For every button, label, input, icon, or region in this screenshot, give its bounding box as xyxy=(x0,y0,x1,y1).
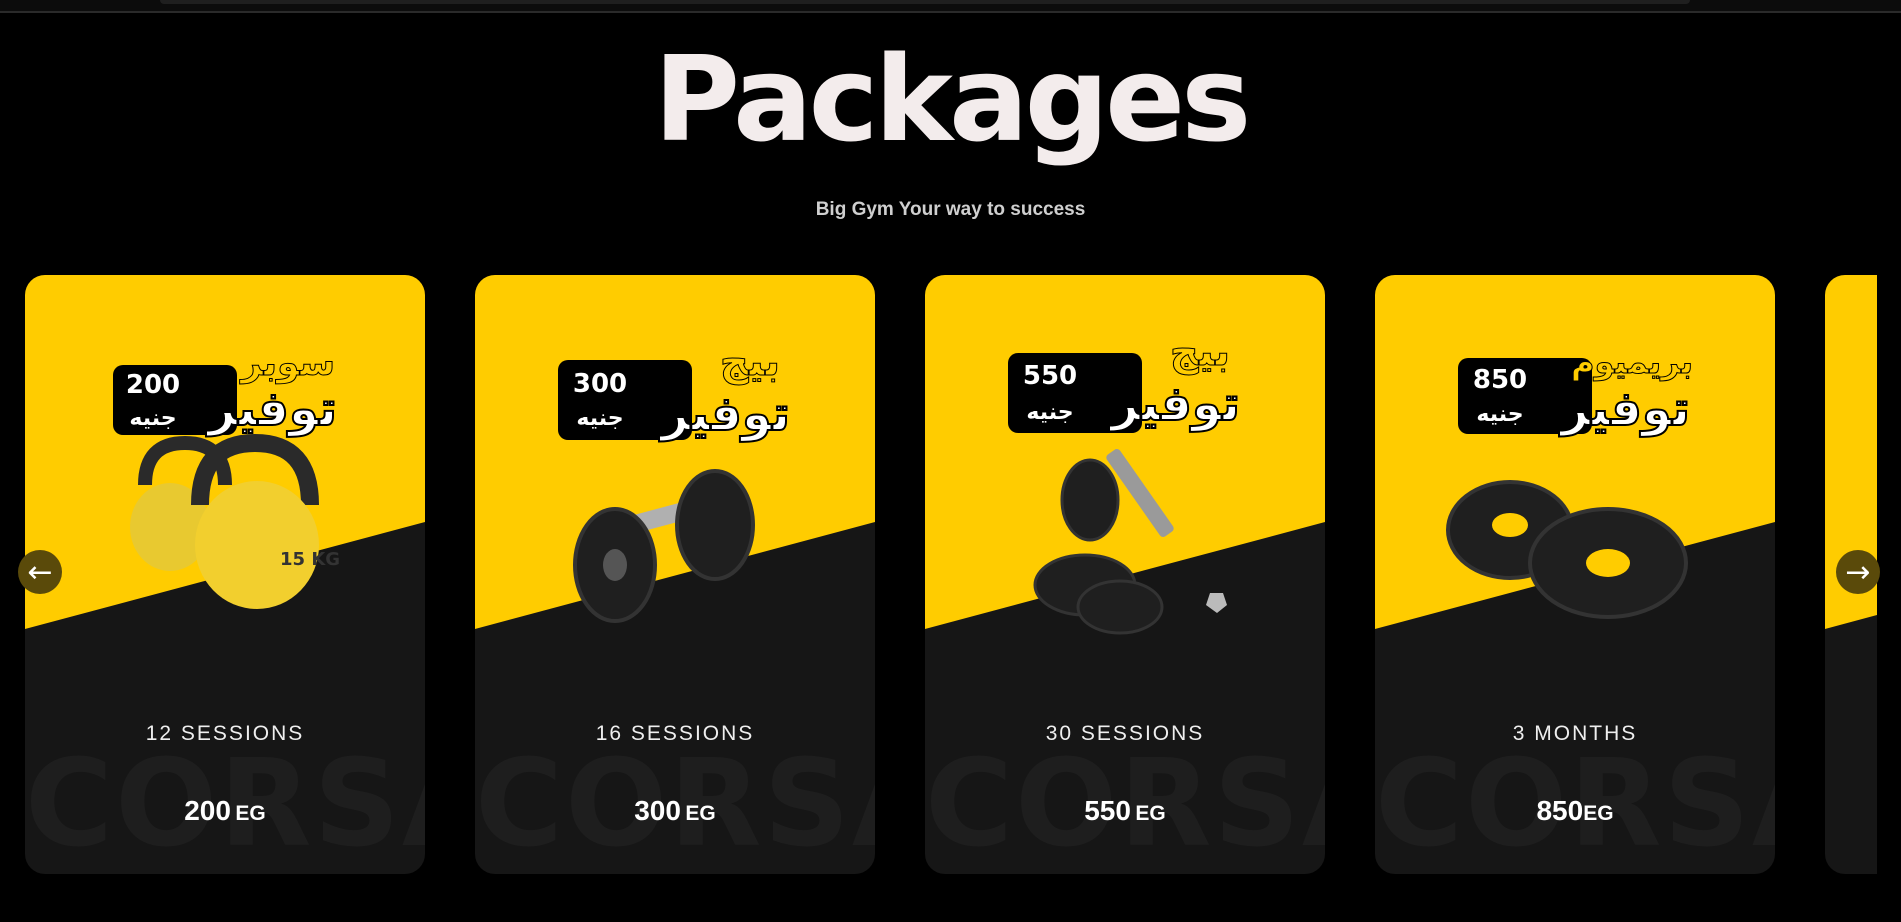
package-title: 3 MONTHS xyxy=(1512,722,1638,745)
arrow-right-icon: → xyxy=(1845,554,1871,590)
package-title: 16 SESSIONS xyxy=(595,722,755,745)
package-card[interactable]: 550 جنيه بيج توفير CORSA 30 SESSIONS 550… xyxy=(925,275,1325,874)
badge-price: 850 xyxy=(1473,365,1527,395)
section-title: Packages xyxy=(653,30,1252,168)
package-price: 850EG xyxy=(1375,795,1775,827)
carousel-next-button[interactable]: → xyxy=(1836,550,1880,594)
price-currency: EG xyxy=(685,802,716,825)
price-value: 850 xyxy=(1536,795,1584,826)
package-price: 550 EG xyxy=(925,795,1325,827)
package-banner-art: 300 جنيه بيج توفير xyxy=(475,275,875,629)
badge-tier: سوبر xyxy=(239,343,335,384)
package-price: 200 EG xyxy=(25,795,425,827)
badge-currency: جنيه xyxy=(1476,402,1523,427)
badge-saving: توفير xyxy=(206,381,337,437)
badge-tier: بيج xyxy=(720,339,780,385)
badge-currency: جنيه xyxy=(1026,400,1073,425)
badge-currency: جنيه xyxy=(576,406,623,431)
badge-price: 300 xyxy=(573,369,627,399)
section-subtitle: Big Gym Your way to success xyxy=(815,199,1086,220)
badge-tier: بريميوم xyxy=(1571,343,1693,381)
badge-price: 200 xyxy=(126,370,180,400)
price-value: 200 xyxy=(184,795,231,826)
package-card[interactable]: 300 جنيه بيج توفير CORSA 16 SESSIONS 300… xyxy=(475,275,875,874)
packages-carousel: 200 جنيه سوبر توفير 15 KG CORSA 12 SESSI… xyxy=(0,275,1901,875)
price-currency: EG xyxy=(1583,802,1614,825)
top-bar xyxy=(0,0,1901,13)
package-card[interactable]: 200 جنيه سوبر توفير 15 KG CORSA 12 SESSI… xyxy=(25,275,425,874)
package-card[interactable]: 850 جنيه بريميوم توفير CORSA 3 MONTHS 85… xyxy=(1375,275,1775,874)
package-price: 300 EG xyxy=(475,795,875,827)
badge-saving: توفير xyxy=(1109,376,1240,432)
package-title: 12 SESSIONS xyxy=(145,722,305,745)
badge-price: 550 xyxy=(1023,361,1077,391)
badge-currency: جنيه xyxy=(129,406,176,431)
package-banner-art: 200 جنيه سوبر توفير 15 KG xyxy=(25,275,425,629)
package-banner-art: 850 جنيه بريميوم توفير xyxy=(1375,275,1775,629)
badge-saving: توفير xyxy=(1559,381,1690,437)
badge-saving: توفير xyxy=(659,386,790,442)
price-value: 550 xyxy=(1084,795,1131,826)
carousel-prev-button[interactable]: ← xyxy=(18,550,62,594)
price-currency: EG xyxy=(1135,802,1166,825)
badge-tier: بيج xyxy=(1170,329,1230,375)
arrow-left-icon: ← xyxy=(27,554,53,590)
package-banner-art: 550 جنيه بيج توفير xyxy=(925,275,1325,635)
package-title: 30 SESSIONS xyxy=(1045,722,1205,745)
price-currency: EG xyxy=(235,802,266,825)
price-value: 300 xyxy=(634,795,681,826)
svg-text:15 KG: 15 KG xyxy=(280,549,340,570)
top-bar-pill xyxy=(160,0,1690,4)
